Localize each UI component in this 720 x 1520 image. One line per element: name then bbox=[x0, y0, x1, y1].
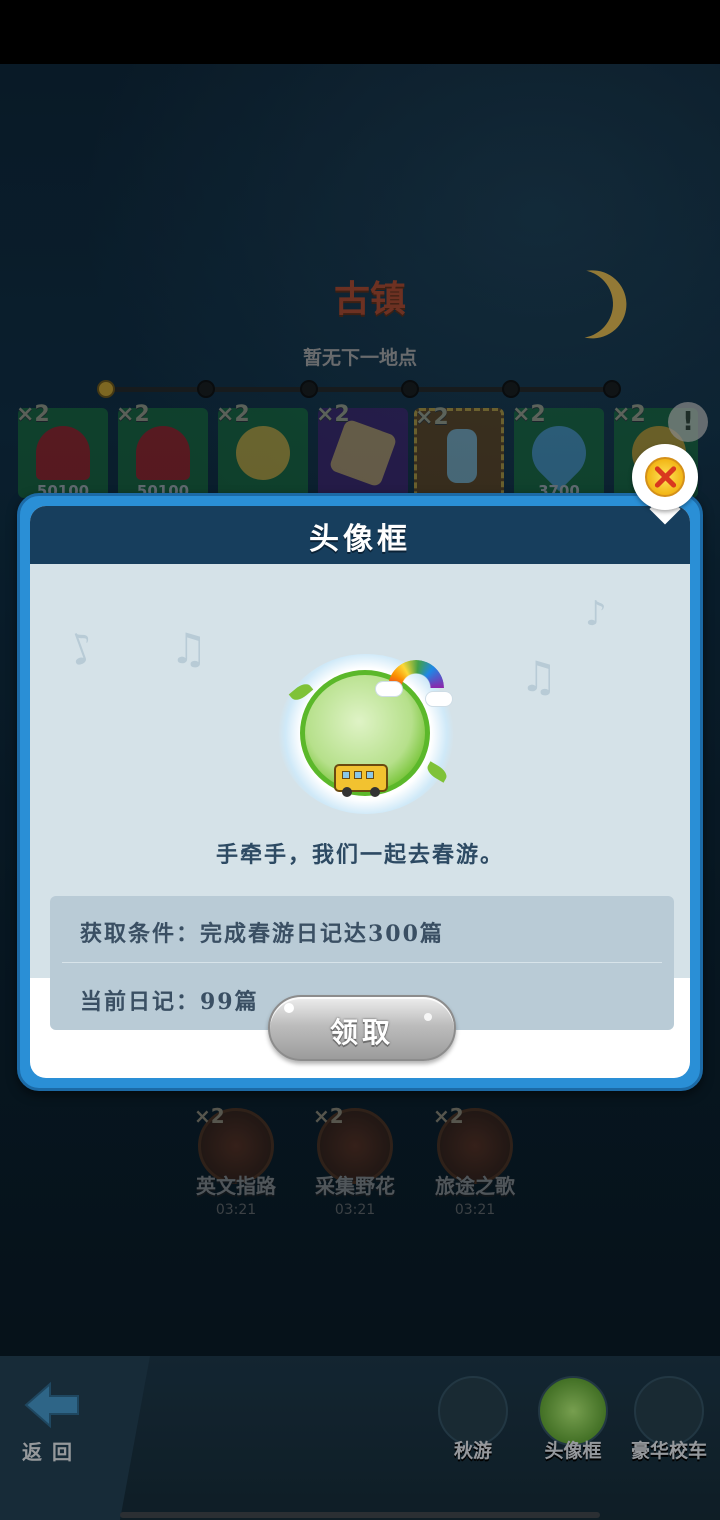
current-diary-count: 当前日记：99篇 bbox=[80, 989, 259, 1015]
dialog-body: ♪ ♫ ♫ ♪ 手牵手，我们一起去春游。 获取条件：完成春游日记达300篇 当前… bbox=[30, 564, 690, 1030]
avatar-frame-preview bbox=[276, 646, 462, 816]
cloud-icon bbox=[376, 682, 402, 696]
dialog-title: 头像框 bbox=[309, 522, 411, 557]
frame-description: 手牵手，我们一起去春游。 bbox=[215, 842, 504, 868]
cloud-icon bbox=[426, 692, 452, 706]
claim-label: 领取 bbox=[329, 1016, 394, 1049]
claim-button[interactable]: 领取 bbox=[268, 995, 456, 1061]
status-bar bbox=[0, 0, 720, 64]
music-note-icon: ♪ bbox=[585, 594, 607, 634]
dialog-header: 头像框 bbox=[30, 506, 690, 564]
close-icon bbox=[645, 457, 685, 497]
requirement-condition: 获取条件：完成春游日记达300篇 bbox=[80, 921, 444, 947]
dialog-inner: 头像框 ♪ ♫ ♫ ♪ 手牵手，我们一起去春游。 获取条件：完成春游日记达300… bbox=[30, 506, 690, 1078]
close-button[interactable] bbox=[632, 444, 698, 525]
school-bus-icon bbox=[334, 764, 388, 797]
avatar-frame-dialog: 头像框 ♪ ♫ ♫ ♪ 手牵手，我们一起去春游。 获取条件：完成春游日记达300… bbox=[17, 493, 703, 1091]
music-note-icon: ♫ bbox=[170, 624, 208, 673]
divider bbox=[62, 962, 662, 963]
music-note-icon: ♫ bbox=[520, 652, 558, 701]
music-note-icon: ♪ bbox=[60, 620, 103, 677]
